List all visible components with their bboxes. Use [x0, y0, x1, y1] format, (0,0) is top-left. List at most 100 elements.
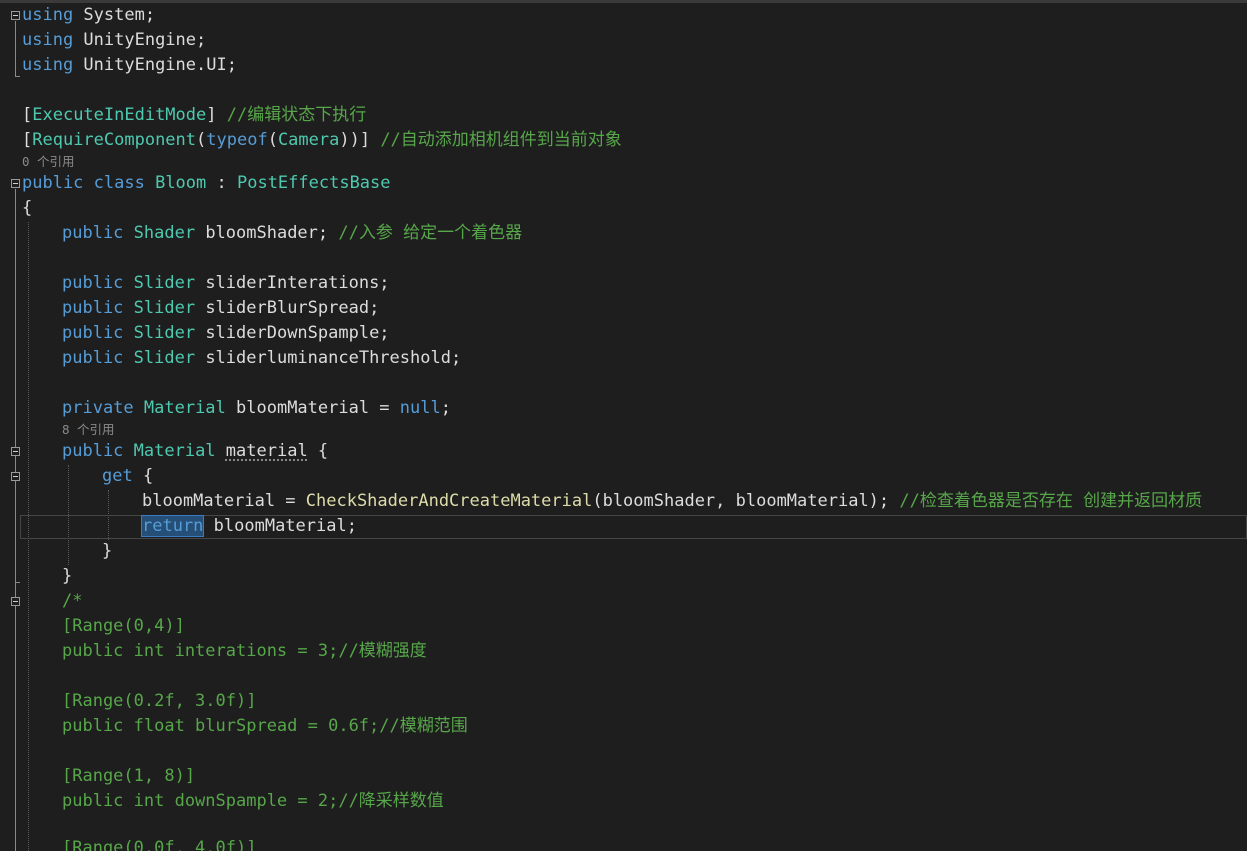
code-text: [: [22, 105, 33, 125]
code-text: bloomMaterial =: [225, 398, 400, 418]
code-line-comment-interations[interactable]: public int interations = 3;//模糊强度: [62, 639, 427, 664]
code-text: UnityEngine.UI;: [73, 55, 237, 75]
code-text: ]: [206, 105, 227, 125]
code-line-bloom-material-field[interactable]: private Material bloomMaterial = null;: [62, 396, 451, 421]
code-line-require-component[interactable]: [RequireComponent(typeof(Camera))] //自动添…: [22, 128, 622, 153]
code-line-slider-blur-spread[interactable]: public Slider sliderBlurSpread;: [62, 296, 379, 321]
code-line-comment-range-interations[interactable]: [Range(0,4)]: [62, 614, 185, 639]
keyword: public: [62, 223, 124, 243]
fold-line-usings: [15, 21, 16, 76]
code-line-slider-down-spample[interactable]: public Slider sliderDownSpample;: [62, 321, 390, 346]
attribute-name: ExecuteInEditMode: [32, 105, 207, 125]
code-text: (: [196, 130, 207, 150]
selected-keyword: return: [140, 515, 205, 537]
method-name: CheckShaderAndCreateMaterial: [305, 491, 593, 511]
fold-toggle-comment[interactable]: [11, 597, 20, 606]
code-text: {: [132, 466, 154, 486]
type-name: Material: [123, 441, 216, 461]
keyword: public: [62, 323, 124, 343]
code-text: ;: [440, 398, 451, 418]
code-line-using-unityengine[interactable]: using UnityEngine;: [22, 28, 206, 53]
comment: //编辑状态下执行: [226, 105, 367, 125]
code-line-property-close[interactable]: }: [62, 564, 72, 589]
code-text: }: [62, 566, 73, 586]
keyword: public: [62, 348, 124, 368]
type-name: Material: [133, 398, 226, 418]
type-name: Camera: [277, 130, 340, 150]
keyword: public: [62, 441, 124, 461]
code-text: ))]: [339, 130, 381, 150]
fold-line-getter: [15, 482, 16, 582]
code-text: sliderBlurSpread;: [195, 298, 380, 318]
code-line-comment-down-spample[interactable]: public int downSpample = 2;//降采样数值: [62, 789, 444, 814]
comment: //自动添加相机组件到当前对象: [380, 130, 622, 150]
code-text: (bloomShader, bloomMaterial);: [592, 491, 900, 511]
code-text: System;: [73, 5, 156, 25]
code-text: sliderluminanceThreshold;: [195, 348, 462, 368]
code-line-return[interactable]: return bloomMaterial;: [140, 514, 357, 539]
code-text: [: [22, 130, 33, 150]
code-line-comment-range-threshold[interactable]: [Range(0.0f, 4.0f)]: [62, 836, 256, 851]
code-line-comment-blur-spread[interactable]: public float blurSpread = 0.6f;//模糊范围: [62, 714, 468, 739]
code-text: bloomMaterial;: [203, 516, 357, 536]
code-line-check-shader[interactable]: bloomMaterial = CheckShaderAndCreateMate…: [142, 489, 1202, 514]
code-text: bloomShader;: [195, 223, 339, 243]
code-text: {: [307, 441, 329, 461]
code-line-using-system[interactable]: using System;: [22, 3, 155, 28]
keyword: public: [62, 298, 124, 318]
code-line-slider-luminance-threshold[interactable]: public Slider sliderluminanceThreshold;: [62, 346, 461, 371]
code-line-getter-close[interactable]: }: [102, 539, 112, 564]
type-name: Slider: [123, 323, 196, 343]
editor-top-border: [0, 0, 1247, 3]
type-name: Shader: [123, 223, 196, 243]
keyword: public: [62, 273, 124, 293]
type-name: Slider: [123, 348, 196, 368]
code-text: sliderDownSpample;: [195, 323, 390, 343]
comment: //入参 给定一个着色器: [338, 223, 523, 243]
code-line-open-brace[interactable]: {: [22, 196, 32, 221]
base-class-name: PostEffectsBase: [236, 173, 391, 193]
code-line-bloom-shader[interactable]: public Shader bloomShader; //入参 给定一个着色器: [62, 221, 522, 246]
class-name: Bloom: [155, 173, 207, 193]
code-line-material-property[interactable]: public Material material {: [62, 439, 328, 464]
property-name: material: [225, 441, 308, 461]
keyword: using: [22, 55, 74, 75]
code-text: {: [22, 198, 33, 218]
fold-toggle-property[interactable]: [11, 447, 20, 456]
fold-toggle-class[interactable]: [11, 179, 20, 188]
codelens-reference-count[interactable]: 8 个引用: [62, 422, 115, 438]
code-text: bloomMaterial =: [142, 491, 306, 511]
code-text: :: [206, 173, 237, 193]
code-text: (: [267, 130, 278, 150]
code-text: }: [102, 541, 113, 561]
code-line-comment-range-blur[interactable]: [Range(0.2f, 3.0f)]: [62, 689, 256, 714]
code-editor[interactable]: using System; using UnityEngine; using U…: [0, 0, 1247, 851]
keyword: null: [399, 398, 441, 418]
comment: //检查着色器是否存在 创建并返回材质: [899, 491, 1203, 511]
code-line-class-declaration[interactable]: public class Bloom : PostEffectsBase: [22, 171, 391, 196]
code-line-comment-range-downsample[interactable]: [Range(1, 8)]: [62, 764, 195, 789]
code-text: sliderInterations;: [195, 273, 390, 293]
code-line-comment-open[interactable]: /*: [62, 589, 82, 614]
keyword: typeof: [206, 130, 268, 150]
keyword: public class: [22, 173, 145, 193]
fold-toggle-usings[interactable]: [11, 11, 20, 20]
code-line-execute-in-edit-mode[interactable]: [ExecuteInEditMode] //编辑状态下执行: [22, 103, 366, 128]
keyword: get: [102, 466, 133, 486]
attribute-name: RequireComponent: [32, 130, 197, 150]
keyword: using: [22, 5, 74, 25]
fold-tick: [15, 582, 20, 583]
code-line-getter[interactable]: get {: [102, 464, 153, 489]
type-name: Slider: [123, 298, 196, 318]
code-line-using-ui[interactable]: using UnityEngine.UI;: [22, 53, 237, 78]
codelens-reference-count[interactable]: 0 个引用: [22, 154, 75, 170]
fold-tick: [15, 76, 20, 77]
type-name: Slider: [123, 273, 196, 293]
keyword: private: [62, 398, 134, 418]
fold-toggle-getter[interactable]: [11, 472, 20, 481]
code-line-slider-interations[interactable]: public Slider sliderInterations;: [62, 271, 390, 296]
code-text: UnityEngine;: [73, 30, 207, 50]
keyword: using: [22, 30, 74, 50]
